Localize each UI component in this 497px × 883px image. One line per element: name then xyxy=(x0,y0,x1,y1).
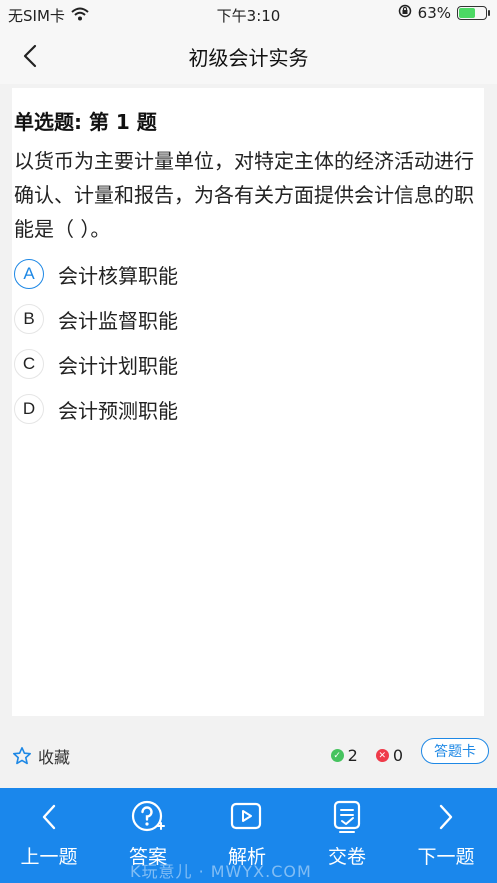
submit-button[interactable]: 交卷 xyxy=(302,798,392,869)
question-card: 单选题: 第 1 题 以货币为主要计量单位，对特定主体的经济活动进行确认、计量和… xyxy=(12,88,484,716)
option-b-letter: B xyxy=(14,304,44,334)
next-question-label: 下一题 xyxy=(417,846,475,868)
chevron-right-icon xyxy=(438,798,454,836)
option-d-text: 会计预测职能 xyxy=(58,398,178,423)
chevron-left-icon xyxy=(41,798,57,836)
status-bar: 无SIM卡 下午3:10 63% xyxy=(0,0,497,28)
orientation-lock-icon xyxy=(398,4,412,22)
status-right: 63% xyxy=(398,4,490,22)
battery-level-fill xyxy=(459,8,476,18)
option-c[interactable]: C 会计计划职能 xyxy=(14,347,178,381)
correct-check-icon: ✓ xyxy=(330,749,344,762)
submit-paper-icon xyxy=(332,798,362,836)
battery-percent: 63% xyxy=(417,4,451,22)
option-a-text: 会计核算职能 xyxy=(58,263,178,288)
favorite-label: 收藏 xyxy=(38,748,71,767)
question-toolbar: 收藏 ✓ 2 ✕ 0 答题卡 xyxy=(0,736,497,780)
favorite-button[interactable]: 收藏 xyxy=(12,744,70,768)
answer-stats: ✓ 2 ✕ 0 xyxy=(330,746,403,765)
nav-bar: 初级会计实务 xyxy=(0,28,497,84)
page-title: 初级会计实务 xyxy=(188,46,309,70)
question-type-label: 单选题: 第 1 题 xyxy=(14,110,157,134)
option-b-text: 会计监督职能 xyxy=(58,308,178,333)
submit-label: 交卷 xyxy=(327,846,366,868)
option-c-letter: C xyxy=(14,349,44,379)
next-question-button[interactable]: 下一题 xyxy=(401,798,491,869)
play-video-icon xyxy=(230,798,264,836)
option-a-letter: A xyxy=(14,259,44,289)
option-b[interactable]: B 会计监督职能 xyxy=(14,302,178,336)
answer-card-button[interactable]: 答题卡 xyxy=(421,738,489,764)
star-icon xyxy=(13,747,31,765)
wrong-count: 0 xyxy=(392,746,403,765)
option-d[interactable]: D 会计预测职能 xyxy=(14,392,178,426)
watermark: K玩意儿 · MWYX.COM xyxy=(130,862,312,881)
prev-question-button[interactable]: 上一题 xyxy=(4,798,94,869)
question-text: 以货币为主要计量单位，对特定主体的经济活动进行确认、计量和报告，为各有关方面提供… xyxy=(14,149,474,241)
option-c-text: 会计计划职能 xyxy=(58,353,178,378)
wrong-x-icon: ✕ xyxy=(375,749,389,762)
option-a[interactable]: A 会计核算职能 xyxy=(14,257,178,291)
correct-count: 2 xyxy=(347,746,358,765)
prev-question-label: 上一题 xyxy=(20,846,78,868)
option-d-letter: D xyxy=(14,394,44,424)
battery-icon xyxy=(457,6,490,20)
question-mark-icon xyxy=(130,798,166,836)
